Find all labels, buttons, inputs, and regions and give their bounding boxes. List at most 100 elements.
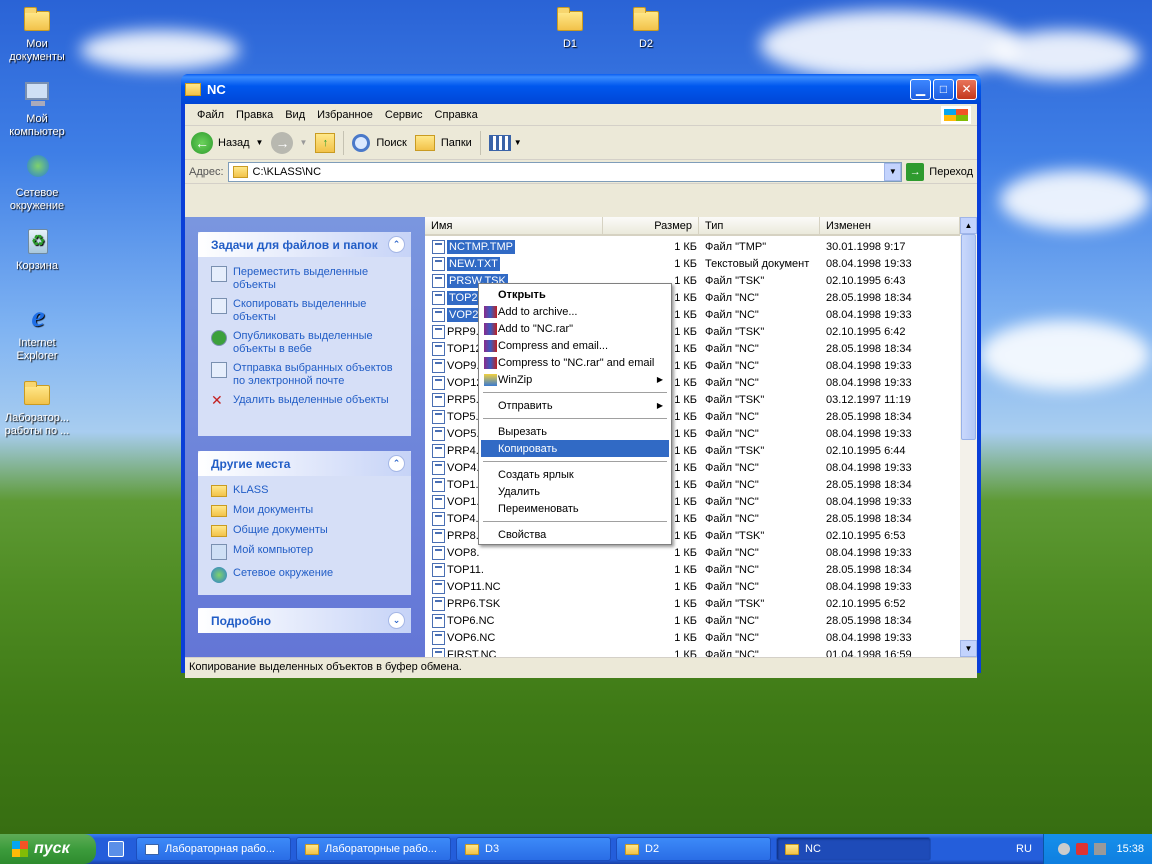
clock[interactable]: 15:38 bbox=[1116, 843, 1144, 855]
vertical-scrollbar[interactable]: ▲ ▼ bbox=[960, 217, 977, 657]
title-bar[interactable]: NC ▁ □ ✕ bbox=[181, 74, 981, 104]
folders-button[interactable]: Папки bbox=[414, 134, 472, 151]
taskbar-button[interactable]: D3 bbox=[456, 837, 611, 861]
file-row[interactable]: VOP11.NC 1 КБ Файл "NC" 08.04.1998 19:33 bbox=[425, 578, 960, 595]
dropdown-arrow-icon[interactable]: ▼ bbox=[299, 138, 307, 147]
tray-network-icon[interactable] bbox=[1094, 843, 1107, 855]
place-link[interactable]: Мои документы bbox=[198, 501, 411, 521]
desktop-icon[interactable]: Мои документы bbox=[0, 3, 74, 64]
column-name[interactable]: Имя bbox=[425, 217, 603, 234]
file-modified: 02.10.1995 6:44 bbox=[826, 444, 906, 457]
context-menu-item[interactable]: WinZip ▶ bbox=[481, 371, 669, 388]
place-link[interactable]: KLASS bbox=[198, 481, 411, 501]
task-pane: Задачи для файлов и папок ⌃ Переместить … bbox=[185, 217, 425, 669]
context-menu-item[interactable]: Создать ярлык bbox=[481, 466, 669, 483]
desktop-icon[interactable]: Мой компьютер bbox=[0, 78, 74, 139]
column-type[interactable]: Тип bbox=[699, 217, 820, 234]
context-menu-label: Вырезать bbox=[498, 425, 547, 438]
other-places-header[interactable]: Другие места ⌃ bbox=[198, 451, 411, 476]
menu-item[interactable]: Правка bbox=[230, 109, 279, 121]
place-link[interactable]: Сетевое окружение bbox=[198, 564, 411, 587]
file-modified: 30.01.1998 9:17 bbox=[826, 240, 906, 253]
start-button[interactable]: пуск bbox=[0, 834, 96, 864]
task-link[interactable]: Отправка выбранных объектов по электронн… bbox=[198, 359, 411, 391]
menu-item[interactable]: Вид bbox=[279, 109, 311, 121]
back-button[interactable]: ← Назад ▼ bbox=[191, 131, 264, 154]
maximize-button[interactable]: □ bbox=[933, 78, 954, 100]
up-button[interactable]: ↑ bbox=[315, 132, 336, 153]
context-menu-item[interactable]: Compress and email... bbox=[481, 337, 669, 354]
menu-item[interactable]: Файл bbox=[191, 109, 230, 121]
context-menu-item[interactable]: Отправить ▶ bbox=[481, 397, 669, 414]
context-menu-item[interactable]: Compress to "NC.rar" and email bbox=[481, 354, 669, 371]
file-row[interactable]: NEW.TXT 1 КБ Текстовый документ 08.04.1998 … bbox=[425, 255, 960, 272]
expand-icon[interactable]: ⌄ bbox=[388, 612, 405, 629]
tray-volume-icon[interactable] bbox=[1058, 843, 1071, 855]
context-menu-item[interactable]: Копировать bbox=[481, 440, 669, 457]
file-row[interactable]: TOP11. 1 КБ Файл "NC" 28.05.1998 18:34 bbox=[425, 561, 960, 578]
collapse-icon[interactable]: ⌃ bbox=[388, 236, 405, 253]
address-input[interactable]: C:\KLASS\NC ▼ bbox=[227, 161, 903, 182]
menu-item[interactable]: Избранное bbox=[311, 109, 379, 121]
address-dropdown-icon[interactable]: ▼ bbox=[884, 162, 902, 181]
file-name: NCTMP.TMP bbox=[447, 239, 515, 254]
tray-security-icon[interactable] bbox=[1076, 843, 1089, 855]
desktop-icon[interactable]: D1 bbox=[533, 3, 607, 51]
column-size[interactable]: Размер bbox=[603, 217, 699, 234]
desktop-icon[interactable]: Сетевое окружение bbox=[0, 152, 74, 213]
file-row[interactable]: NCTMP.TMP 1 КБ Файл "TMP" 30.01.1998 9:17 bbox=[425, 238, 960, 255]
file-icon bbox=[432, 647, 445, 657]
dropdown-arrow-icon[interactable]: ▼ bbox=[256, 138, 264, 147]
search-button[interactable]: Поиск bbox=[352, 133, 407, 152]
language-indicator[interactable]: RU bbox=[1016, 843, 1032, 855]
task-link[interactable]: ✕ Удалить выделенные объекты bbox=[198, 391, 411, 413]
task-link[interactable]: Скопировать выделенные объекты bbox=[198, 295, 411, 327]
scroll-thumb[interactable] bbox=[961, 234, 976, 440]
taskbar-button[interactable]: NC bbox=[776, 837, 931, 861]
context-menu-item[interactable]: Переименовать bbox=[481, 500, 669, 517]
context-menu-item[interactable]: Удалить bbox=[481, 483, 669, 500]
file-name-cell: PRP6.TSK bbox=[425, 596, 603, 611]
collapse-icon[interactable]: ⌃ bbox=[388, 455, 405, 472]
desktop-icon[interactable]: D2 bbox=[609, 3, 683, 51]
file-type: Файл "TMP" bbox=[705, 240, 767, 253]
go-button[interactable]: → Переход bbox=[906, 162, 973, 181]
file-row[interactable]: FIRST.NC 1 КБ Файл "NC" 01.04.1998 16:59 bbox=[425, 646, 960, 657]
file-row[interactable]: PRP6.TSK 1 КБ Файл "TSK" 02.10.1995 6:52 bbox=[425, 595, 960, 612]
context-menu-item[interactable]: Вырезать bbox=[481, 423, 669, 440]
desktop-icon[interactable]: e Internet Explorer bbox=[0, 302, 74, 363]
column-modified[interactable]: Изменен bbox=[820, 217, 960, 234]
views-button[interactable]: ▼ bbox=[488, 134, 522, 151]
scroll-down-arrow-icon[interactable]: ▼ bbox=[960, 640, 977, 657]
context-menu-item[interactable]: Add to archive... bbox=[481, 303, 669, 320]
file-tasks-header[interactable]: Задачи для файлов и папок ⌃ bbox=[198, 232, 411, 257]
file-row[interactable]: TOP6.NC 1 КБ Файл "NC" 28.05.1998 18:34 bbox=[425, 612, 960, 629]
file-row[interactable]: VOP8. 1 КБ Файл "NC" 08.04.1998 19:33 bbox=[425, 544, 960, 561]
details-header[interactable]: Подробно ⌄ bbox=[198, 608, 411, 633]
desktop-icon[interactable]: Лаборатор... работы по ... bbox=[0, 377, 74, 438]
taskbar-button[interactable]: Лабораторные рабо... bbox=[296, 837, 451, 861]
place-link[interactable]: Мой компьютер bbox=[198, 541, 411, 564]
quick-launch-icon[interactable] bbox=[108, 841, 124, 857]
menu-item[interactable]: Справка bbox=[429, 109, 484, 121]
taskbar-button[interactable]: D2 bbox=[616, 837, 771, 861]
folder-icon bbox=[554, 3, 586, 35]
close-button[interactable]: ✕ bbox=[956, 78, 977, 100]
menu-item[interactable]: Сервис bbox=[379, 109, 429, 121]
minimize-button[interactable]: ▁ bbox=[910, 78, 931, 100]
internet-explorer-icon: e bbox=[31, 300, 45, 333]
forward-button[interactable]: → ▼ bbox=[271, 131, 307, 154]
file-name: TOP6.NC bbox=[447, 614, 495, 627]
desktop-icon[interactable]: ♻ Корзина bbox=[0, 225, 74, 273]
file-size: 1 КБ bbox=[674, 546, 697, 559]
taskbar-button[interactable]: Лабораторная рабо... bbox=[136, 837, 291, 861]
task-link[interactable]: Переместить выделенные объекты bbox=[198, 263, 411, 295]
file-icon bbox=[432, 443, 445, 458]
task-link[interactable]: Опубликовать выделенные объекты в вебе bbox=[198, 327, 411, 359]
scroll-up-arrow-icon[interactable]: ▲ bbox=[960, 217, 977, 234]
context-menu-item[interactable]: Открыть bbox=[481, 286, 669, 303]
context-menu-item[interactable]: Свойства bbox=[481, 526, 669, 543]
file-row[interactable]: VOP6.NC 1 КБ Файл "NC" 08.04.1998 19:33 bbox=[425, 629, 960, 646]
context-menu-item[interactable]: Add to "NC.rar" bbox=[481, 320, 669, 337]
place-link[interactable]: Общие документы bbox=[198, 521, 411, 541]
